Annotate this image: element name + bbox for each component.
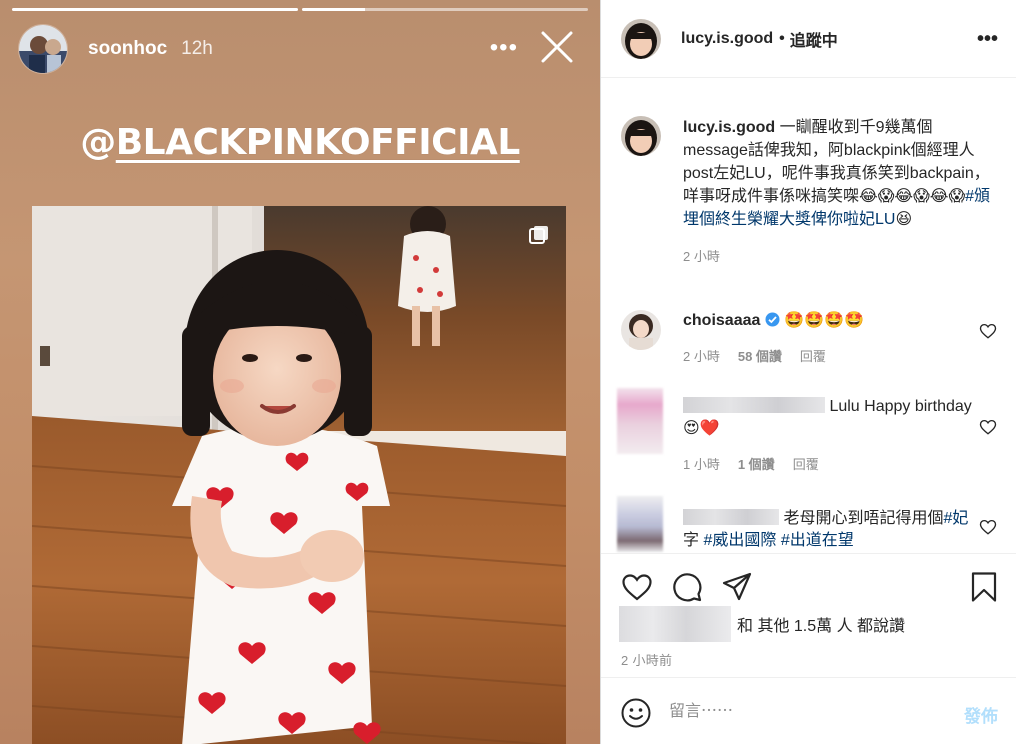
comment-text: 🤩🤩🤩🤩 (779, 312, 864, 329)
caption-avatar[interactable] (621, 116, 661, 156)
post-panel: lucy.is.good • 追蹤中 ••• lucy.is.good 一瞓醒收… (600, 0, 1016, 744)
reply-button[interactable]: 回覆 (800, 346, 826, 368)
post-timestamp: 2 小時前 (621, 653, 673, 668)
author-username[interactable]: lucy.is.good (681, 30, 773, 48)
blurred-liker-avatars (619, 606, 731, 642)
comment-meta: 2 小時 58 個讚 回覆 (683, 346, 973, 368)
like-comment-heart-icon[interactable] (979, 418, 997, 436)
comment-hashtag[interactable]: #出道在望 (781, 532, 854, 549)
story-more-options-icon[interactable]: ••• (490, 34, 518, 62)
likes-summary[interactable]: 和 其他 1.5萬 人 都說讚 (619, 606, 905, 642)
emoji-icon[interactable] (621, 698, 651, 728)
comment-likes[interactable]: 58 個讚 (738, 346, 782, 368)
separator-dot: • (779, 29, 785, 47)
story-photo-image (32, 206, 566, 744)
more-options-icon[interactable]: ••• (977, 28, 998, 51)
comment-body: choisaaaa 🤩🤩🤩🤩 2 小時 58 個讚 回覆 (683, 310, 973, 368)
like-heart-icon[interactable] (621, 571, 653, 603)
share-send-icon[interactable] (721, 571, 753, 603)
multiple-photos-icon (529, 226, 548, 244)
like-comment-heart-icon[interactable] (979, 322, 997, 340)
comment-input[interactable] (669, 696, 939, 728)
blurred-username (683, 397, 825, 413)
story-avatar[interactable] (18, 24, 68, 74)
comment-hashtag[interactable]: #妃 (943, 510, 968, 527)
commenter-avatar[interactable] (621, 310, 661, 350)
story-progress-segment (302, 8, 588, 11)
commenter-avatar[interactable] (617, 388, 663, 454)
post-header: lucy.is.good • 追蹤中 ••• (601, 0, 1016, 78)
caption-text: lucy.is.good 一瞓醒收到千9幾萬個message話俾我知，阿blac… (683, 116, 993, 268)
caption-emoji: 😆 (895, 211, 913, 228)
caption-username[interactable]: lucy.is.good (683, 119, 775, 136)
reply-button[interactable]: 回覆 (793, 454, 819, 476)
comment-meta: 1 小時 1 個讚 回覆 (683, 454, 973, 476)
story-photo (32, 206, 566, 744)
post-actions: 和 其他 1.5萬 人 都說讚 2 小時前 發佈 (601, 553, 1016, 744)
following-button[interactable]: 追蹤中 (790, 27, 838, 51)
story-progress-segment (12, 8, 298, 11)
comment-bubble-icon[interactable] (671, 571, 703, 603)
close-icon[interactable] (540, 30, 574, 64)
caption-time: 2 小時 (683, 249, 720, 264)
commenter-username[interactable]: choisaaaa (683, 312, 760, 329)
story-username[interactable]: soonhoc (88, 38, 167, 60)
comment-body: 老母開心到唔記得用個#妃 字 #威出國際 #出道在望 (683, 509, 969, 549)
bookmark-icon[interactable] (968, 571, 1000, 603)
like-comment-heart-icon[interactable] (979, 518, 997, 536)
story-timestamp: 12h (181, 38, 213, 59)
likes-text: 和 其他 1.5萬 人 都說讚 (737, 618, 906, 635)
comment-text: 老母開心到唔記得用個 (783, 510, 944, 527)
post-comment-button[interactable]: 發佈 (964, 702, 998, 727)
add-comment-bar: 發佈 (601, 677, 1016, 744)
comment-likes[interactable]: 1 個讚 (738, 454, 775, 476)
story-progress (12, 8, 588, 11)
verified-badge-icon (765, 312, 780, 327)
comment-hashtag[interactable]: #威出國際 (703, 532, 776, 549)
story-header: soonhoc 12h ••• (18, 24, 588, 74)
comment-time: 2 小時 (683, 349, 720, 364)
comment-body: Lulu Happy birthday😍❤️ 1 小時 1 個讚 回覆 (683, 396, 973, 476)
caption-meta: 2 小時 (683, 245, 993, 268)
story-viewer[interactable]: soonhoc 12h ••• @BLACKPINKOFFICIAL (0, 0, 600, 744)
comments-list[interactable]: lucy.is.good 一瞓醒收到千9幾萬個message話俾我知，阿blac… (601, 78, 1016, 553)
author-avatar[interactable] (621, 18, 661, 59)
commenter-avatar[interactable] (617, 496, 663, 552)
blurred-username (683, 509, 779, 525)
story-mention-sticker[interactable]: @BLACKPINKOFFICIAL (0, 122, 600, 163)
comment-time: 1 小時 (683, 457, 720, 472)
